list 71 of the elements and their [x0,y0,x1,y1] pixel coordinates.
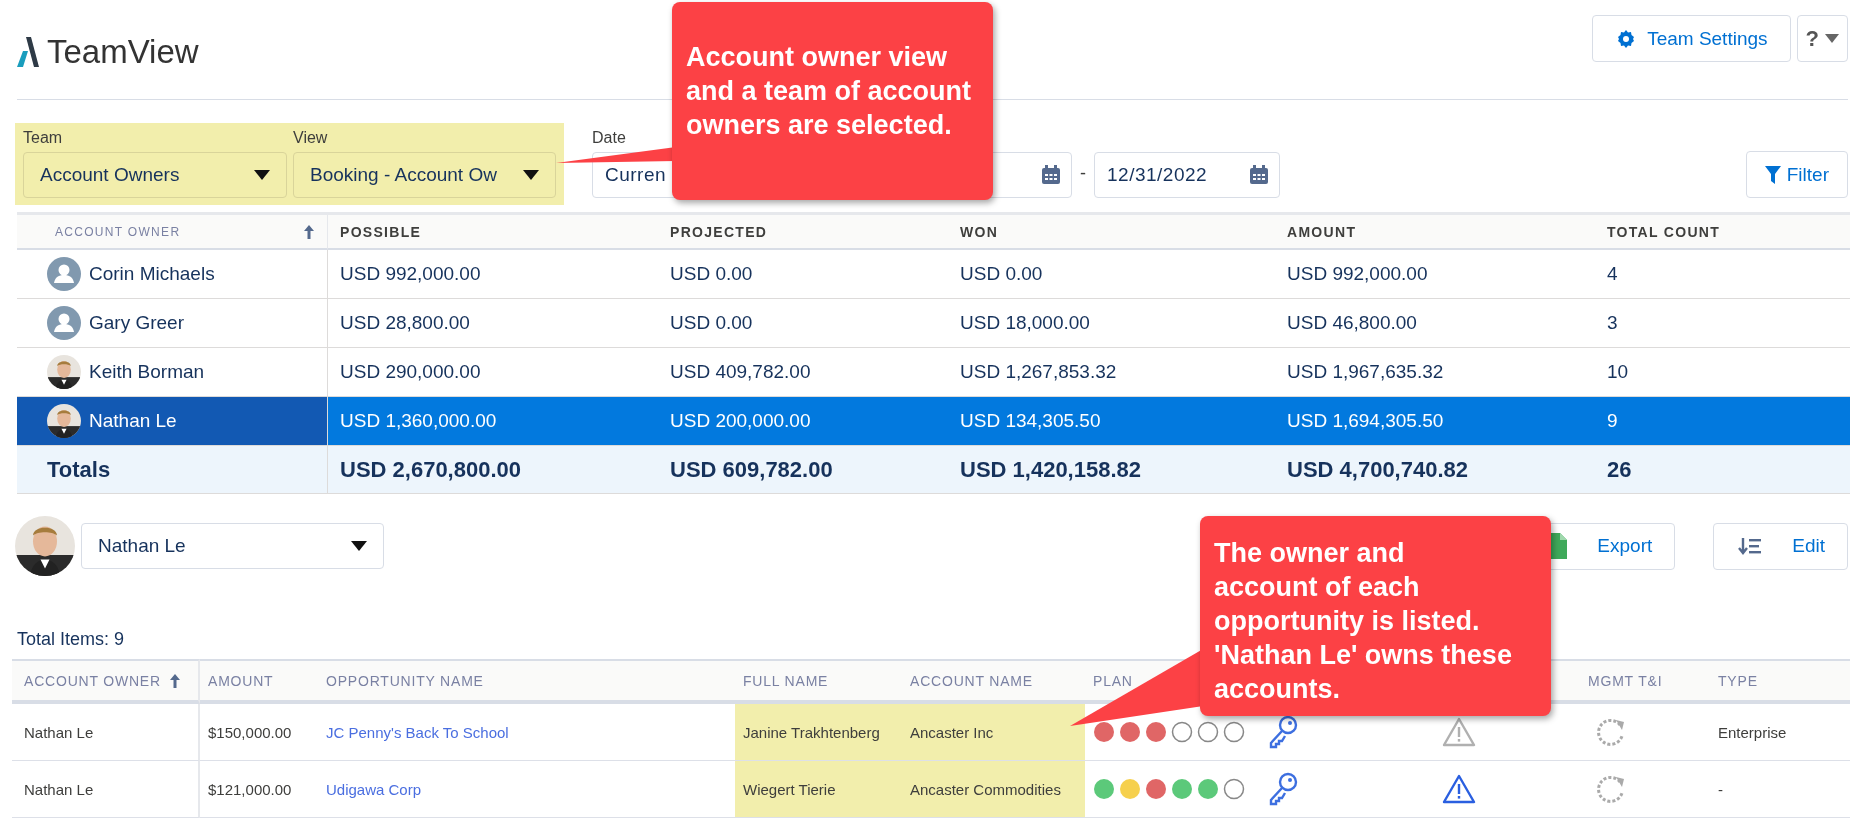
warning-icon[interactable] [1442,774,1476,804]
caret-icon [523,170,539,180]
table-cell: Nathan Le [12,704,200,761]
column-header[interactable]: ACCOUNT OWNER [17,212,328,250]
field-label: View [293,129,329,147]
team-dropdown[interactable]: Account Owners [23,152,287,198]
column-header[interactable]: FULL NAME [735,659,902,704]
field-label: Team [23,129,64,147]
totals-cell: USD 4,700,740.82 [1275,446,1595,494]
column-header[interactable]: OPPORTUNITY NAME [318,659,735,704]
help-button[interactable]: ? [1796,15,1848,62]
owner-name: Nathan Le [89,410,177,432]
table-cell: USD 134,305.50 [948,397,1275,446]
table-cell: Ancaster Commodities [902,761,1085,818]
team-settings-button[interactable]: Team Settings [1592,15,1791,62]
column-header[interactable]: PROJECTED [658,212,948,250]
callout-text: Account owner view and a team of account owners are selected. [686,41,973,142]
column-header[interactable]: AMOUNT [1275,212,1595,250]
totals-cell: USD 1,420,158.82 [948,446,1275,494]
range-dash: - [1080,163,1086,185]
caret-icon [1825,34,1839,43]
column-header[interactable]: WON [948,212,1275,250]
column-header[interactable]: TYPE [1710,659,1850,704]
sort-list-icon [1738,536,1763,556]
opportunity-link[interactable]: JC Penny's Back To School [326,723,509,741]
key-icon[interactable] [1268,715,1298,749]
table-cell: Ancaster Inc [902,704,1085,761]
owner-name: Corin Michaels [89,263,215,285]
caret-icon [351,541,367,551]
opportunity-link[interactable]: Udigawa Corp [326,780,422,798]
table-cell: USD 1,694,305.50 [1275,397,1595,446]
edit-button[interactable]: Edit [1713,522,1848,570]
table-cell: USD 1,360,000.00 [328,397,658,446]
end-date-field[interactable]: 12/31/2022 [1094,152,1280,198]
total-items: Total Items: 9 [17,629,126,650]
column-header[interactable]: ACCOUNT OWNER [12,659,200,704]
column-header[interactable]: POSSIBLE [328,212,658,250]
column-header[interactable]: MGMT T&I [1580,659,1710,704]
table-cell: Wiegert Tierie [735,761,902,818]
table-cell: Nathan Le [12,761,200,818]
filter-button[interactable]: Filter [1745,151,1848,198]
column-header[interactable]: AMOUNT [200,659,318,704]
owner-cell[interactable]: Gary Greer [17,299,328,348]
sort-arrow-icon [168,672,181,689]
table-cell: 9 [1595,397,1850,446]
settings-icon [1617,29,1636,48]
view-dropdown[interactable]: Booking - Account Ow [293,152,556,198]
calendar-icon [1041,165,1061,185]
owner-cell[interactable]: Nathan Le [17,397,328,446]
table-cell: USD 200,000.00 [658,397,948,446]
calendar-icon [1249,165,1269,185]
caret-icon [254,170,270,180]
table-cell: Janine Trakhtenberg [735,704,902,761]
totals-cell: 26 [1595,446,1850,494]
owner-cell[interactable]: Keith Borman [17,348,328,397]
owner-name: Keith Borman [89,361,205,383]
logo-icon [17,36,39,67]
totals-label: Totals [17,446,328,494]
totals-cell: USD 2,670,800.00 [328,446,658,494]
owner-cell[interactable]: Corin Michaels [17,250,328,299]
owner-dropdown[interactable]: Nathan Le [81,523,384,569]
field-label: Date [592,129,627,147]
sort-arrow-icon [303,223,315,240]
totals-cell: USD 609,782.00 [658,446,948,494]
key-icon[interactable] [1268,772,1298,806]
filter-icon [1764,165,1781,184]
app-title: TeamView [47,32,199,71]
callout-text: The owner and account of each opportunity is listed. 'Nathan Le' owns these accounts. [1214,537,1513,706]
owner-name: Gary Greer [89,312,185,334]
column-header[interactable]: TOTAL COUNT [1595,212,1850,250]
column-header[interactable]: ACCOUNT NAME [902,659,1085,704]
